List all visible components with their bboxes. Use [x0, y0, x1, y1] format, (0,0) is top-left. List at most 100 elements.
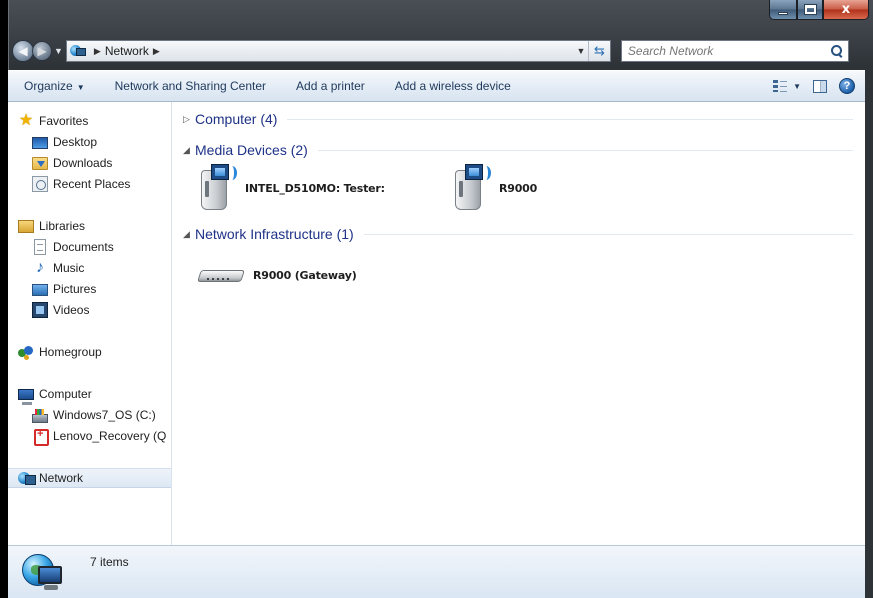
maximize-button[interactable]	[797, 0, 823, 20]
network-icon	[18, 470, 36, 486]
expand-arrow-icon: ▷	[183, 113, 190, 124]
file-list: ▷ Computer (4) ◢ Media Devices (2) INTEL…	[173, 102, 865, 545]
nav-label: Computer	[39, 387, 92, 401]
search-box[interactable]	[620, 40, 849, 62]
group-title: Computer (4)	[195, 111, 278, 127]
nav-item-videos[interactable]: Videos	[8, 300, 171, 320]
nav-item-recent-places[interactable]: Recent Places	[8, 174, 171, 194]
router-item[interactable]: R9000 (Gateway)	[197, 264, 357, 286]
minimize-icon	[778, 12, 788, 15]
group-divider	[317, 149, 853, 151]
address-row: ◀ ▶ ▼ ▶ Network ▶ ▼ ⇆	[8, 38, 865, 64]
search-input[interactable]	[627, 44, 830, 58]
nav-item-downloads[interactable]: Downloads	[8, 153, 171, 173]
group-header-media-devices[interactable]: ◢ Media Devices (2)	[183, 139, 853, 161]
add-printer-button[interactable]: Add a printer	[296, 79, 365, 93]
group-divider	[287, 118, 853, 120]
chevron-down-icon: ▼	[76, 83, 85, 92]
nav-item-desktop[interactable]: Desktop	[8, 132, 171, 152]
minimize-button[interactable]	[769, 0, 797, 20]
nav-item-music[interactable]: ♪ Music	[8, 258, 171, 278]
breadcrumb-chevron-icon[interactable]: ▶	[153, 46, 160, 57]
nav-label: Lenovo_Recovery (Q	[53, 429, 167, 443]
nav-label: Favorites	[39, 114, 89, 128]
change-view-icon[interactable]	[773, 80, 788, 92]
item-count: 7 items	[90, 555, 129, 569]
close-button[interactable]: x	[823, 0, 869, 20]
close-icon: x	[841, 2, 851, 17]
search-icon[interactable]	[830, 44, 844, 58]
device-name: R9000 (Gateway)	[253, 268, 357, 282]
command-bar: Organize ▼ Network and Sharing Center Add…	[8, 70, 865, 102]
back-button[interactable]: ◀	[12, 40, 34, 62]
organize-label: Organize	[24, 79, 73, 93]
forward-arrow-icon: ▶	[37, 44, 47, 58]
network-icon	[69, 44, 86, 58]
forward-button[interactable]: ▶	[32, 41, 52, 61]
view-controls: ▼ ?	[773, 71, 855, 101]
group-header-network-infrastructure[interactable]: ◢ Network Infrastructure (1)	[183, 223, 853, 245]
media-device-item[interactable]: R9000	[451, 164, 537, 212]
nav-item-drive-recovery[interactable]: Lenovo_Recovery (Q	[8, 426, 171, 446]
nav-item-network[interactable]: Network	[8, 468, 171, 488]
breadcrumb-network[interactable]: Network	[105, 44, 149, 58]
recent-places-icon	[32, 176, 48, 192]
nav-item-computer[interactable]: Computer	[8, 384, 171, 405]
refresh-icon: ⇆	[593, 43, 605, 58]
address-bar[interactable]: ▶ Network ▶ ▼ ⇆	[65, 40, 611, 62]
group-title: Media Devices (2)	[195, 142, 308, 158]
nav-item-pictures[interactable]: Pictures	[8, 279, 171, 299]
refresh-button[interactable]: ⇆	[587, 41, 610, 61]
group-header-computer[interactable]: ▷ Computer (4)	[183, 108, 853, 130]
nav-label: Homegroup	[39, 345, 102, 359]
windows-drive-icon	[32, 408, 48, 423]
collapse-arrow-icon: ◢	[183, 228, 190, 239]
nav-item-favorites[interactable]: ★ Favorites	[8, 111, 171, 131]
help-icon[interactable]: ?	[839, 78, 855, 94]
network-globe-icon	[22, 552, 64, 594]
nav-label: Videos	[53, 303, 90, 317]
nav-item-drive-c[interactable]: Windows7_OS (C:)	[8, 405, 171, 425]
network-sharing-center-button[interactable]: Network and Sharing Center	[115, 79, 266, 93]
content-area: ★ Favorites Desktop Downloads Recent Plac…	[8, 102, 865, 545]
document-icon	[34, 239, 46, 255]
chevron-down-icon[interactable]: ▼	[793, 82, 801, 91]
add-wireless-device-button[interactable]: Add a wireless device	[395, 79, 511, 93]
media-device-icon	[197, 164, 239, 212]
recent-pages-dropdown[interactable]: ▼	[54, 46, 63, 56]
organize-menu[interactable]: Organize ▼	[24, 79, 85, 93]
nav-label: Documents	[53, 240, 114, 254]
nav-item-libraries[interactable]: Libraries	[8, 216, 171, 236]
libraries-icon	[18, 219, 34, 233]
maximize-icon	[803, 4, 817, 15]
preview-pane-icon[interactable]	[813, 79, 827, 93]
media-device-item[interactable]: INTEL_D510MO: Tester:	[197, 164, 385, 212]
downloads-folder-icon	[32, 156, 48, 170]
homegroup-icon	[18, 344, 34, 360]
address-history-dropdown[interactable]: ▼	[574, 46, 588, 56]
details-pane: 7 items	[8, 545, 865, 598]
computer-icon	[18, 388, 34, 405]
navigation-pane: ★ Favorites Desktop Downloads Recent Plac…	[8, 102, 172, 545]
caption-buttons: x	[769, 0, 869, 20]
router-icon	[197, 264, 247, 286]
group-divider	[363, 233, 853, 235]
music-icon: ♪	[36, 259, 44, 276]
nav-label: Network	[39, 471, 84, 485]
pictures-icon	[32, 284, 48, 296]
nav-label: Libraries	[39, 219, 86, 233]
nav-label: Pictures	[53, 282, 97, 296]
nav-item-documents[interactable]: Documents	[8, 237, 171, 257]
recovery-drive-icon	[32, 428, 49, 446]
nav-label: Downloads	[53, 156, 113, 170]
nav-label: Windows7_OS (C:)	[53, 408, 156, 422]
videos-icon	[32, 302, 48, 318]
nav-item-homegroup[interactable]: Homegroup	[8, 342, 171, 362]
back-arrow-icon: ◀	[18, 44, 28, 58]
device-name: INTEL_D510MO: Tester:	[245, 181, 385, 195]
media-device-icon	[451, 164, 493, 212]
nav-label: Music	[53, 261, 85, 275]
nav-label: Desktop	[53, 135, 98, 149]
breadcrumb-chevron-icon[interactable]: ▶	[94, 46, 101, 57]
collapse-arrow-icon: ◢	[183, 144, 190, 155]
